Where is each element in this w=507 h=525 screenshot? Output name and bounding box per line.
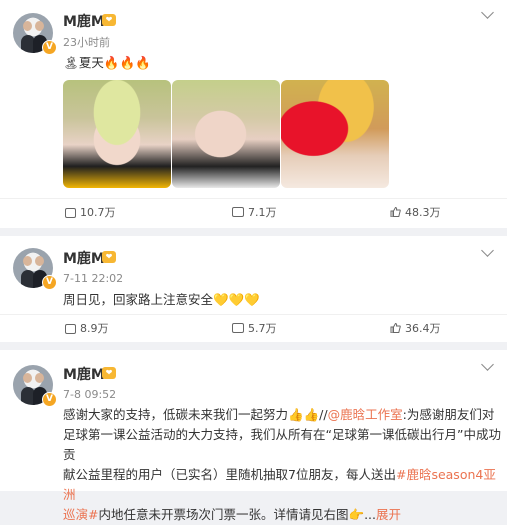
thumbs-emoji: 👍👍 (288, 407, 320, 422)
chevron-down-icon[interactable] (481, 358, 494, 371)
like-button[interactable]: 48.3万 (390, 204, 441, 220)
verified-badge-icon: V (42, 392, 57, 407)
post-image-3[interactable] (281, 80, 389, 188)
level-badge: ❤ (102, 251, 116, 263)
verified-badge-icon: V (42, 40, 57, 55)
chevron-down-icon[interactable] (481, 244, 494, 257)
username[interactable]: M鹿M (63, 364, 105, 384)
like-button[interactable]: 36.4万 (390, 320, 441, 336)
pointing-emoji: 👉... (348, 507, 376, 522)
post-card-2: V M鹿M ❤ 7-11 22:02 周日见，回家路上注意安全💛💛💛 8.9万 … (0, 236, 507, 342)
post-card-3: V M鹿M ❤ 7-8 09:52 感谢大家的支持，低碳未来我们一起努力👍👍//… (0, 350, 507, 522)
share-icon (65, 208, 76, 218)
action-bar: 10.7万 7.1万 48.3万 (0, 198, 507, 225)
chevron-down-icon[interactable] (481, 6, 494, 19)
hashtag-link-cont[interactable]: 巡演# (63, 507, 98, 522)
fire-emoji: 🔥🔥🔥 (103, 55, 151, 70)
post-time[interactable]: 23小时前 (63, 34, 110, 50)
expand-link[interactable]: 展开 (376, 507, 401, 522)
share-button[interactable]: 8.9万 (65, 320, 109, 336)
like-icon (390, 322, 401, 334)
post-image-1[interactable] (63, 80, 171, 188)
yellow-heart-emoji: 💛💛💛 (213, 292, 260, 307)
like-icon (390, 206, 401, 218)
level-badge: ❤ (102, 14, 116, 26)
post-time[interactable]: 7-8 09:52 (63, 388, 116, 401)
post-image-2[interactable] (172, 80, 280, 188)
post-card-1: V M鹿M ❤ 23小时前 🏝夏天🔥🔥🔥 10.7万 7.1万 48.3万 (0, 0, 507, 228)
comment-icon (232, 323, 244, 333)
comment-button[interactable]: 7.1万 (232, 204, 277, 220)
post-text: 感谢大家的支持，低碳未来我们一起努力👍👍//@鹿晗工作室:为感谢朋友们对 足球第… (63, 407, 501, 522)
island-emoji: 🏝 (63, 55, 79, 70)
level-badge: ❤ (102, 367, 116, 379)
share-button[interactable]: 10.7万 (65, 204, 116, 220)
action-bar: 8.9万 5.7万 36.4万 (0, 314, 507, 341)
post-text: 🏝夏天🔥🔥🔥 (63, 55, 151, 70)
post-time[interactable]: 7-11 22:02 (63, 272, 123, 285)
comment-icon (232, 207, 244, 217)
post-text: 周日见，回家路上注意安全💛💛💛 (63, 292, 260, 307)
share-icon (65, 324, 76, 334)
username[interactable]: M鹿M (63, 248, 105, 268)
verified-badge-icon: V (42, 275, 57, 290)
username[interactable]: M鹿M (63, 11, 105, 31)
mention-link[interactable]: @鹿晗工作室 (328, 407, 403, 422)
comment-button[interactable]: 5.7万 (232, 320, 277, 336)
